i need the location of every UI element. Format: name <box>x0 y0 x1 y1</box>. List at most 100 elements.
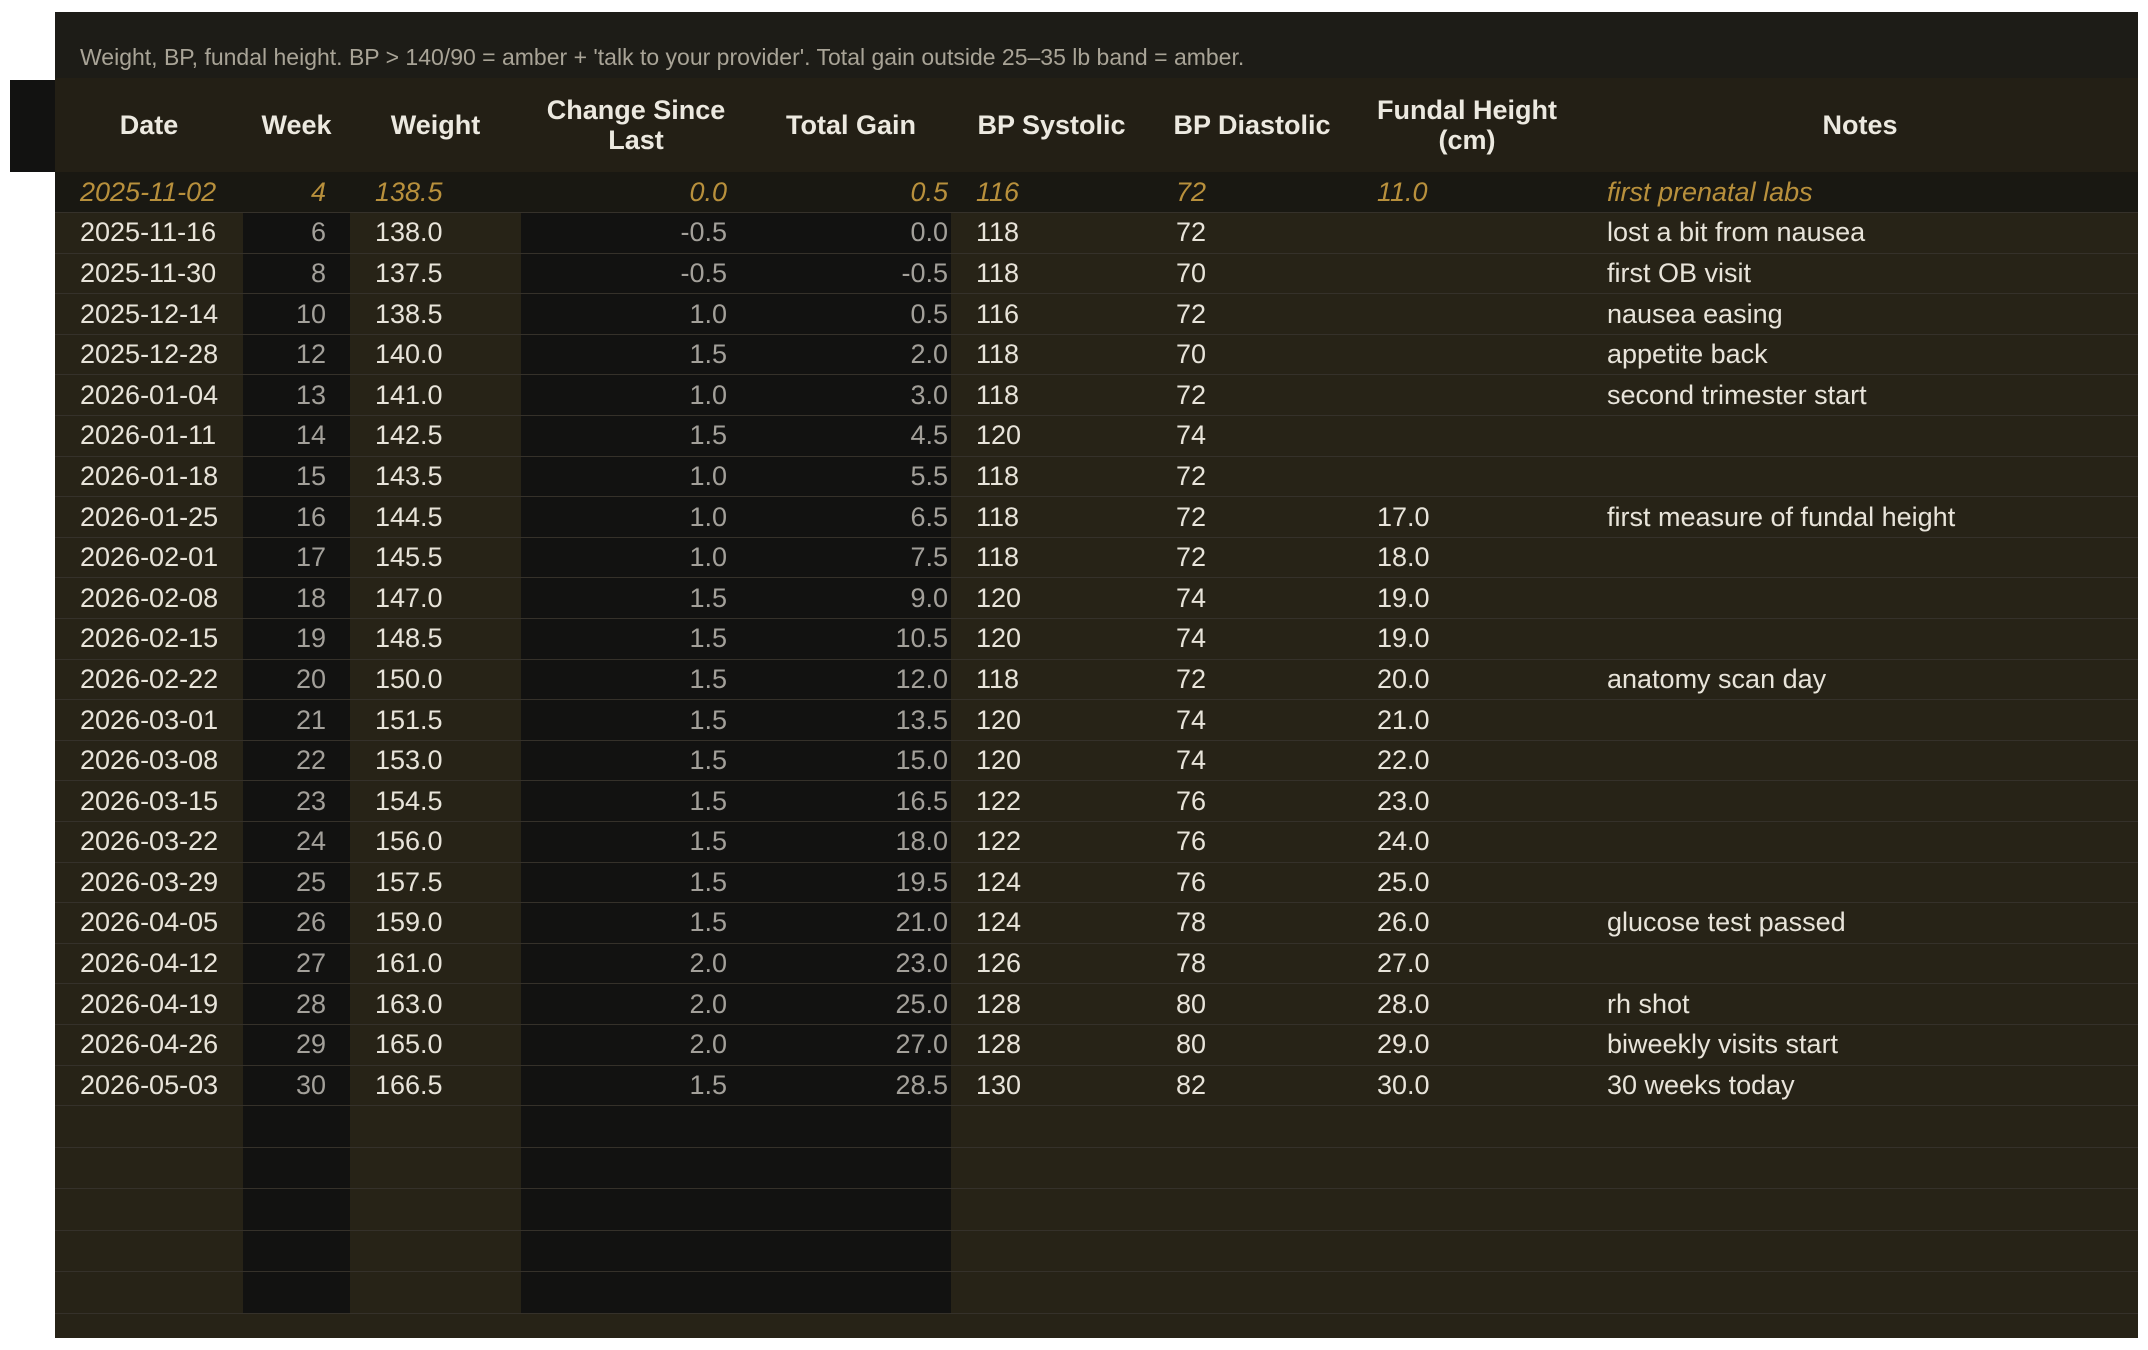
empty-cell[interactable] <box>350 1147 521 1190</box>
cell-bp-diastolic[interactable]: 72 <box>1152 374 1352 417</box>
empty-cell[interactable] <box>521 1230 751 1273</box>
cell-weight[interactable]: 147.0 <box>350 577 521 620</box>
cell-week[interactable]: 16 <box>243 496 350 538</box>
cell-change[interactable]: 1.5 <box>521 740 751 782</box>
cell-bp-systolic[interactable]: 118 <box>951 659 1152 701</box>
cell-date[interactable]: 2026-04-12 <box>55 943 243 985</box>
cell-fundal-height[interactable] <box>1352 253 1582 295</box>
cell-total-gain[interactable]: 4.5 <box>751 415 951 457</box>
cell-date[interactable]: 2025-12-14 <box>55 293 243 335</box>
cell-date[interactable]: 2026-03-15 <box>55 780 243 822</box>
table-row[interactable]: 2026-01-11 14 142.5 1.5 4.5 120 74 <box>55 415 2138 457</box>
cell-total-gain[interactable]: 19.5 <box>751 862 951 904</box>
cell-week[interactable]: 12 <box>243 334 350 376</box>
empty-cell[interactable] <box>1152 1105 1352 1148</box>
cell-fundal-height[interactable] <box>1352 212 1582 254</box>
cell-bp-systolic[interactable]: 118 <box>951 496 1152 538</box>
cell-notes[interactable] <box>1582 862 2138 904</box>
cell-notes[interactable]: anatomy scan day <box>1582 659 2138 701</box>
cell-week[interactable]: 25 <box>243 862 350 904</box>
cell-week[interactable]: 6 <box>243 212 350 254</box>
cell-bp-diastolic[interactable]: 72 <box>1152 537 1352 579</box>
table-row[interactable]: 2026-01-18 15 143.5 1.0 5.5 118 72 <box>55 456 2138 498</box>
cell-weight[interactable]: 153.0 <box>350 740 521 782</box>
cell-fundal-height[interactable]: 19.0 <box>1352 618 1582 660</box>
cell-fundal-height[interactable]: 30.0 <box>1352 1065 1582 1107</box>
cell-bp-diastolic[interactable]: 72 <box>1152 496 1352 538</box>
empty-cell[interactable] <box>951 1230 1152 1273</box>
header-date[interactable]: Date <box>55 78 243 172</box>
cell-week[interactable]: 14 <box>243 415 350 457</box>
empty-cell[interactable] <box>1152 1230 1352 1273</box>
cell-bp-systolic[interactable]: 128 <box>951 1024 1152 1066</box>
empty-cell[interactable] <box>751 1147 951 1190</box>
empty-cell[interactable] <box>243 1230 350 1273</box>
cell-week[interactable]: 20 <box>243 659 350 701</box>
cell-notes[interactable] <box>1582 699 2138 741</box>
empty-cell[interactable] <box>951 1188 1152 1231</box>
cell-bp-diastolic[interactable]: 72 <box>1152 212 1352 254</box>
cell-fundal-height[interactable] <box>1352 456 1582 498</box>
cell-change[interactable]: 1.0 <box>521 456 751 498</box>
cell-bp-systolic[interactable]: 120 <box>951 740 1152 782</box>
table-row[interactable]: 2025-11-30 8 137.5 -0.5 -0.5 118 70 first OB vi… <box>55 253 2138 295</box>
cell-change[interactable]: 1.5 <box>521 577 751 620</box>
empty-cell[interactable] <box>350 1230 521 1273</box>
cell-date[interactable]: 2026-01-25 <box>55 496 243 538</box>
cell-weight[interactable]: 141.0 <box>350 374 521 417</box>
cell-notes[interactable]: second trimester start <box>1582 374 2138 417</box>
cell-notes[interactable] <box>1582 740 2138 782</box>
empty-cell[interactable] <box>1352 1271 1582 1314</box>
cell-bp-systolic[interactable]: 120 <box>951 699 1152 741</box>
cell-fundal-height[interactable]: 18.0 <box>1352 537 1582 579</box>
cell-total-gain[interactable]: 15.0 <box>751 740 951 782</box>
header-notes[interactable]: Notes <box>1582 78 2138 172</box>
cell-change[interactable]: 1.5 <box>521 780 751 822</box>
cell-change[interactable]: 2.0 <box>521 983 751 1025</box>
cell-date[interactable]: 2026-04-05 <box>55 902 243 944</box>
cell-change[interactable]: 1.5 <box>521 659 751 701</box>
table-row[interactable]: 2026-04-12 27 161.0 2.0 23.0 126 78 27.0 <box>55 943 2138 985</box>
cell-total-gain[interactable]: 10.5 <box>751 618 951 660</box>
empty-cell[interactable] <box>1582 1271 2138 1314</box>
cell-date[interactable]: 2026-04-26 <box>55 1024 243 1066</box>
cell-date[interactable]: 2026-03-22 <box>55 821 243 863</box>
header-bp-diastolic[interactable]: BP Diastolic <box>1152 78 1352 172</box>
cell-week[interactable]: 8 <box>243 253 350 295</box>
cell-week[interactable]: 24 <box>243 821 350 863</box>
empty-cell[interactable] <box>521 1147 751 1190</box>
cell-date[interactable]: 2026-01-18 <box>55 456 243 498</box>
cell-week[interactable]: 15 <box>243 456 350 498</box>
header-change-since-last[interactable]: Change Since Last <box>521 78 751 172</box>
cell-weight[interactable]: 156.0 <box>350 821 521 863</box>
table-row[interactable]: 2026-02-22 20 150.0 1.5 12.0 118 72 20.0 anatomy… <box>55 659 2138 701</box>
cell-week[interactable]: 19 <box>243 618 350 660</box>
cell-fundal-height[interactable]: 26.0 <box>1352 902 1582 944</box>
cell-weight[interactable]: 138.0 <box>350 212 521 254</box>
empty-cell[interactable] <box>751 1105 951 1148</box>
table-row[interactable]: 2025-12-28 12 140.0 1.5 2.0 118 70 appetite bac… <box>55 334 2138 376</box>
cell-fundal-height[interactable] <box>1352 293 1582 335</box>
cell-weight[interactable]: 161.0 <box>350 943 521 985</box>
cell-weight[interactable]: 151.5 <box>350 699 521 741</box>
cell-fundal-height[interactable]: 24.0 <box>1352 821 1582 863</box>
table-row[interactable]: 2025-12-14 10 138.5 1.0 0.5 116 72 nausea easin… <box>55 293 2138 335</box>
empty-cell[interactable] <box>55 1230 243 1273</box>
empty-cell[interactable] <box>350 1105 521 1148</box>
header-weight[interactable]: Weight <box>350 78 521 172</box>
cell-total-gain[interactable]: -0.5 <box>751 253 951 295</box>
cell-bp-diastolic[interactable]: 74 <box>1152 740 1352 782</box>
cell-bp-diastolic[interactable]: 74 <box>1152 577 1352 620</box>
cell-bp-systolic[interactable]: 120 <box>951 618 1152 660</box>
cell-fundal-height[interactable]: 17.0 <box>1352 496 1582 538</box>
cell-bp-systolic[interactable]: 128 <box>951 983 1152 1025</box>
cell-notes[interactable]: nausea easing <box>1582 293 2138 335</box>
cell-week[interactable]: 30 <box>243 1065 350 1107</box>
empty-cell[interactable] <box>1582 1105 2138 1148</box>
empty-cell[interactable] <box>951 1105 1152 1148</box>
side-tab[interactable] <box>10 80 56 172</box>
empty-cell[interactable] <box>751 1230 951 1273</box>
cell-bp-diastolic[interactable]: 78 <box>1152 943 1352 985</box>
cell-weight[interactable]: 165.0 <box>350 1024 521 1066</box>
empty-cell[interactable] <box>1152 1188 1352 1231</box>
